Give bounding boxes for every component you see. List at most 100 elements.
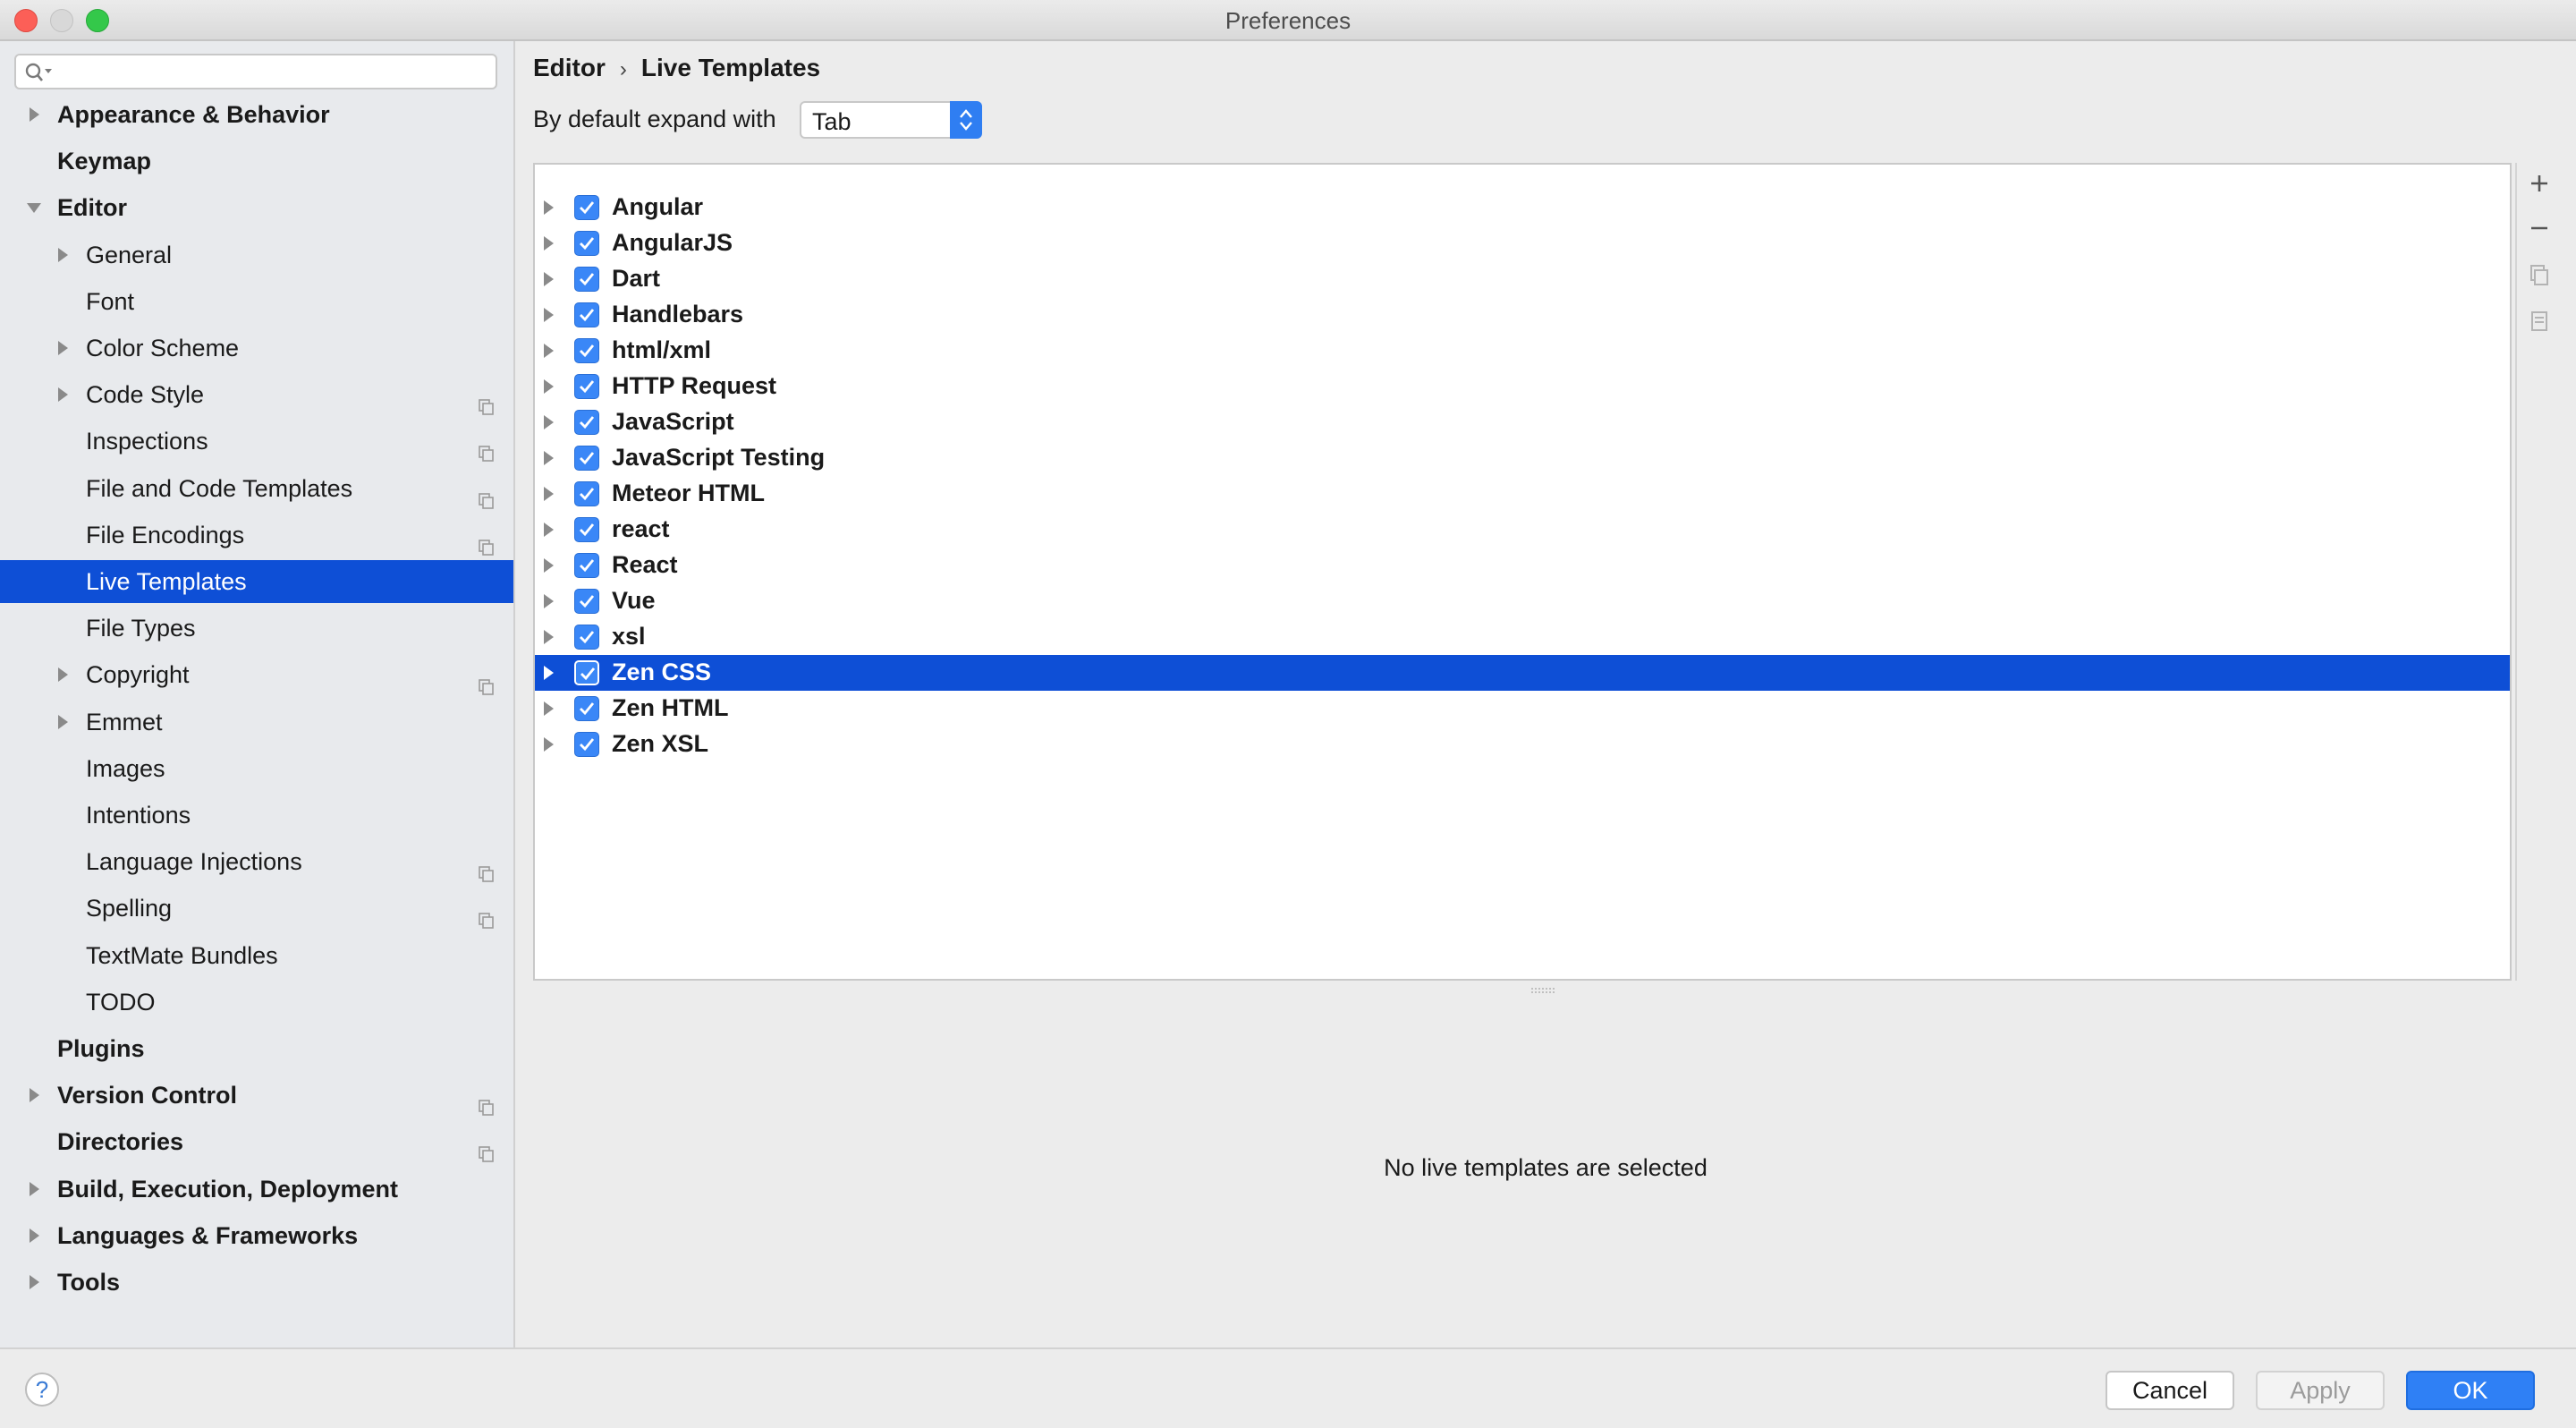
ok-button[interactable]: OK [2406,1371,2535,1410]
chevron-right-icon[interactable] [540,233,556,254]
sidebar-item-intentions[interactable]: Intentions [0,794,513,837]
sidebar-item-directories[interactable]: Directories [0,1120,513,1163]
template-group-html-xml[interactable]: html/xml [535,333,2510,369]
chevron-right-icon[interactable] [540,412,556,433]
template-group-react[interactable]: react [535,512,2510,548]
sidebar-item-copyright[interactable]: Copyright [0,653,513,696]
sidebar-item-textmate-bundles[interactable]: TextMate Bundles [0,934,513,977]
sidebar-item-images[interactable]: Images [0,747,513,790]
sidebar-item-language-injections[interactable]: Language Injections [0,840,513,883]
chevron-right-icon[interactable] [540,626,556,648]
copy-icon[interactable] [2526,261,2553,288]
chevron-right-icon[interactable] [54,373,72,416]
cancel-button[interactable]: Cancel [2106,1371,2234,1410]
template-group-checkbox[interactable] [574,195,599,220]
chevron-down-icon[interactable] [25,186,43,229]
chevron-right-icon[interactable] [54,234,72,276]
sidebar-item-todo[interactable]: TODO [0,981,513,1024]
chevron-right-icon[interactable] [540,519,556,540]
expand-with-select[interactable]: Tab [800,101,982,139]
template-group-http-request[interactable]: HTTP Request [535,369,2510,404]
template-group-xsl[interactable]: xsl [535,619,2510,655]
sidebar-item-file-and-code-templates[interactable]: File and Code Templates [0,467,513,510]
chevron-right-icon[interactable] [540,447,556,469]
sidebar-item-emmet[interactable]: Emmet [0,701,513,744]
search-icon[interactable] [23,61,54,84]
template-group-zen-css[interactable]: Zen CSS [535,655,2510,691]
add-icon[interactable] [2526,170,2553,197]
template-group-javascript-testing[interactable]: JavaScript Testing [535,440,2510,476]
settings-sidebar: Appearance & Behavior Keymap Editor General… [0,41,515,1347]
sidebar-item-build-execution-deployment[interactable]: Build, Execution, Deployment [0,1168,513,1211]
sidebar-item-general[interactable]: General [0,234,513,276]
restore-icon[interactable] [2526,308,2553,335]
sidebar-item-editor[interactable]: Editor [0,186,513,229]
chevron-right-icon[interactable] [540,734,556,755]
chevron-right-icon[interactable] [25,1214,43,1257]
template-group-checkbox[interactable] [574,231,599,256]
sidebar-item-tools[interactable]: Tools [0,1261,513,1304]
sidebar-item-version-control[interactable]: Version Control [0,1074,513,1117]
chevron-right-icon[interactable] [54,653,72,696]
template-group-checkbox[interactable] [574,302,599,327]
template-group-zen-html[interactable]: Zen HTML [535,691,2510,727]
sidebar-item-live-templates[interactable]: Live Templates [0,560,513,603]
sidebar-item-keymap[interactable]: Keymap [0,140,513,183]
chevron-right-icon[interactable] [540,591,556,612]
chevron-right-icon[interactable] [540,662,556,684]
template-group-checkbox[interactable] [574,338,599,363]
sidebar-item-inspections[interactable]: Inspections [0,420,513,463]
chevron-right-icon[interactable] [25,1168,43,1211]
template-group-dart[interactable]: Dart [535,261,2510,297]
sidebar-item-file-types[interactable]: File Types [0,607,513,650]
template-group-angular[interactable]: Angular [535,190,2510,225]
chevron-right-icon[interactable] [54,327,72,370]
chevron-right-icon[interactable] [25,93,43,136]
chevron-right-icon[interactable] [540,304,556,326]
chevron-right-icon[interactable] [540,268,556,290]
template-group-checkbox[interactable] [574,374,599,399]
breadcrumb-parent[interactable]: Editor [533,54,606,81]
search-input[interactable] [14,54,497,89]
template-group-checkbox[interactable] [574,553,599,578]
sidebar-item-plugins[interactable]: Plugins [0,1027,513,1070]
splitter-handle-icon[interactable] [1530,986,1556,995]
chevron-right-icon[interactable] [540,555,556,576]
template-group-checkbox[interactable] [574,696,599,721]
chevron-right-icon[interactable] [540,376,556,397]
chevron-right-icon[interactable] [25,1074,43,1117]
template-group-checkbox[interactable] [574,732,599,757]
sidebar-item-spelling[interactable]: Spelling [0,887,513,930]
chevron-right-icon[interactable] [540,197,556,218]
template-group-handlebars[interactable]: Handlebars [535,297,2510,333]
template-group-meteor-html[interactable]: Meteor HTML [535,476,2510,512]
template-group-checkbox[interactable] [574,517,599,542]
select-stepper-icon[interactable] [950,101,982,139]
apply-button[interactable]: Apply [2256,1371,2385,1410]
sidebar-item-font[interactable]: Font [0,280,513,323]
template-group-checkbox[interactable] [574,446,599,471]
template-group-checkbox[interactable] [574,589,599,614]
template-group-checkbox[interactable] [574,410,599,435]
sidebar-item-color-scheme[interactable]: Color Scheme [0,327,513,370]
template-group-react[interactable]: React [535,548,2510,583]
chevron-right-icon[interactable] [25,1261,43,1304]
sidebar-item-file-encodings[interactable]: File Encodings [0,514,513,557]
remove-icon[interactable] [2526,215,2553,242]
template-group-checkbox[interactable] [574,660,599,685]
template-group-javascript[interactable]: JavaScript [535,404,2510,440]
sidebar-item-appearance-behavior[interactable]: Appearance & Behavior [0,93,513,136]
chevron-right-icon[interactable] [540,340,556,361]
chevron-right-icon[interactable] [540,698,556,719]
chevron-right-icon[interactable] [54,701,72,744]
template-group-vue[interactable]: Vue [535,583,2510,619]
sidebar-item-code-style[interactable]: Code Style [0,373,513,416]
template-group-angularjs[interactable]: AngularJS [535,225,2510,261]
template-group-zen-xsl[interactable]: Zen XSL [535,727,2510,762]
template-group-checkbox[interactable] [574,267,599,292]
help-button[interactable]: ? [25,1373,59,1407]
template-group-checkbox[interactable] [574,625,599,650]
sidebar-item-languages-frameworks[interactable]: Languages & Frameworks [0,1214,513,1257]
template-group-checkbox[interactable] [574,481,599,506]
chevron-right-icon[interactable] [540,483,556,505]
